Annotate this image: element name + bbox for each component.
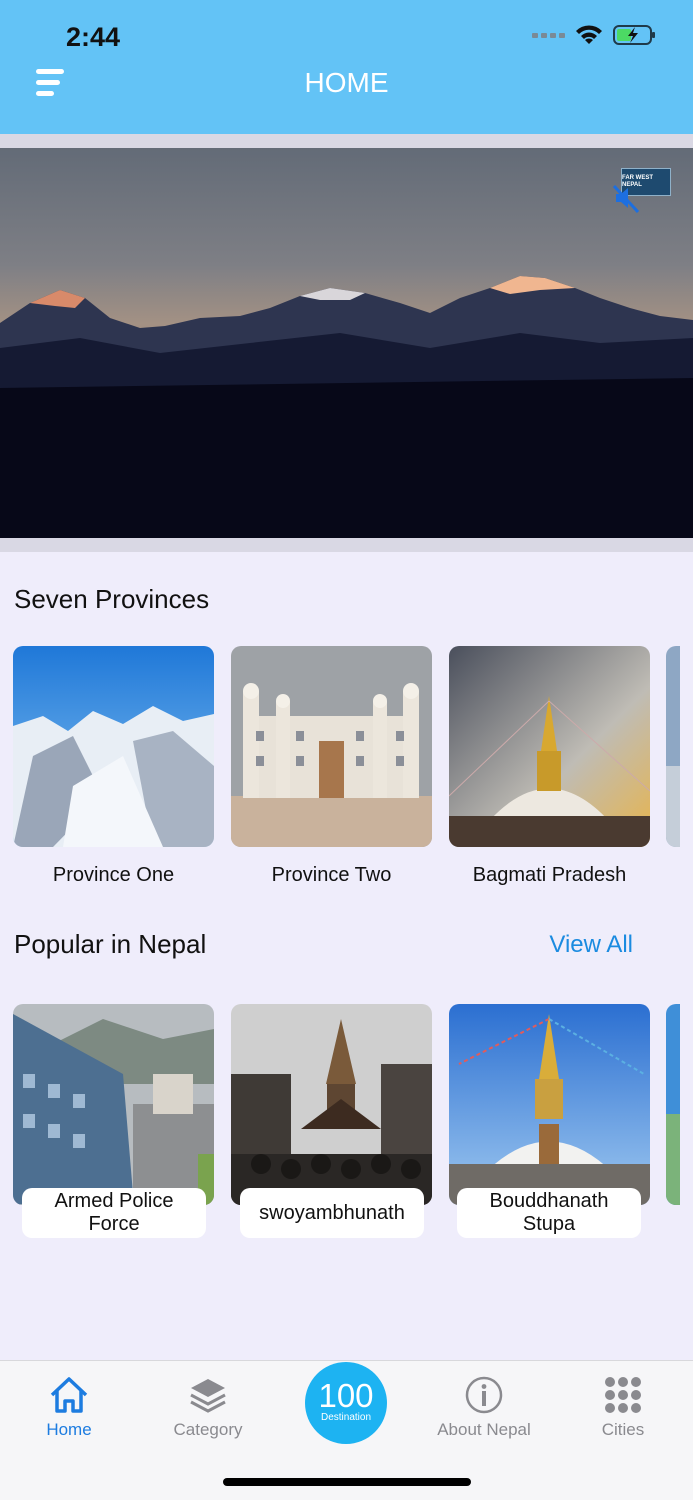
- province-card-image[interactable]: [231, 646, 432, 847]
- tab-home[interactable]: Home: [9, 1372, 129, 1440]
- tab-cities-label: Cities: [601, 1420, 645, 1439]
- popular-label: Armed Police Force: [22, 1188, 206, 1238]
- tab-category[interactable]: Category: [148, 1372, 268, 1440]
- status-time: 2:44: [66, 22, 121, 52]
- destination-button[interactable]: 100 Destination: [305, 1362, 387, 1444]
- popular-title: Popular in Nepal: [14, 929, 207, 959]
- home-indicator[interactable]: [223, 1478, 471, 1486]
- tab-about-nepal[interactable]: About Nepal: [424, 1372, 544, 1440]
- tab-about-nepal-label: About Nepal: [437, 1420, 531, 1439]
- info-icon: [465, 1376, 503, 1414]
- destination-count: 100: [318, 1377, 374, 1414]
- grid-icon: [605, 1377, 641, 1413]
- page-title: HOME: [304, 67, 389, 98]
- hero-video[interactable]: [0, 148, 693, 538]
- tab-category-label: Category: [173, 1420, 243, 1439]
- tab-cities[interactable]: Cities: [563, 1372, 683, 1440]
- popular-label: swoyambhunath: [240, 1188, 424, 1238]
- wifi-icon: [576, 25, 602, 44]
- destination-label: Destination: [320, 1412, 372, 1423]
- mountain-range-image: [0, 276, 693, 538]
- status-icons: [532, 24, 657, 46]
- signal-icon: [532, 32, 565, 38]
- province-card-image[interactable]: [449, 646, 650, 847]
- view-all-link[interactable]: View All: [549, 931, 633, 959]
- tab-home-label: Home: [46, 1420, 92, 1439]
- popular-card-peek[interactable]: [666, 1004, 680, 1205]
- battery-charging-icon: [613, 25, 655, 45]
- popular-label: Bouddhanath Stupa: [457, 1188, 641, 1238]
- province-label: Province Two: [271, 864, 392, 886]
- province-label: Province One: [52, 864, 175, 886]
- popular-card-image[interactable]: [231, 1004, 432, 1205]
- province-label: Bagmati Pradesh: [472, 864, 627, 886]
- province-card-peek[interactable]: [666, 646, 680, 847]
- province-card-image[interactable]: [13, 646, 214, 847]
- home-icon: [50, 1377, 88, 1413]
- mute-icon: [612, 184, 640, 214]
- popular-card-image[interactable]: [449, 1004, 650, 1205]
- mute-button[interactable]: [610, 182, 642, 214]
- layers-icon: [190, 1379, 226, 1413]
- app-header: 2:44 HOME: [0, 0, 693, 134]
- popular-card-image[interactable]: [13, 1004, 214, 1205]
- provinces-title: Seven Provinces: [14, 584, 210, 614]
